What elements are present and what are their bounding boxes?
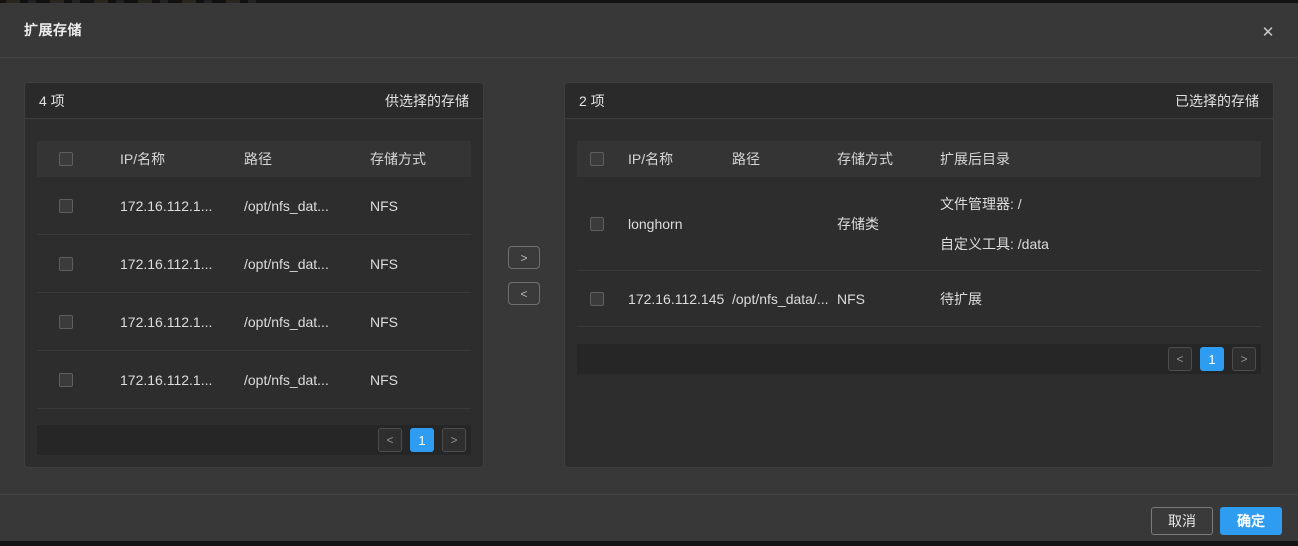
cell-path: /opt/nfs_data/... — [732, 290, 829, 307]
row-checkbox[interactable] — [59, 372, 73, 387]
cell-path: /opt/nfs_dat... — [244, 371, 329, 388]
cell-type: 存储类 — [837, 215, 879, 232]
cancel-button[interactable]: 取消 — [1151, 507, 1213, 535]
close-icon[interactable]: ✕ — [1256, 20, 1280, 44]
column-header-path: 路径 — [732, 151, 760, 167]
cell-type: NFS — [837, 290, 865, 307]
row-checkbox[interactable] — [590, 291, 604, 306]
prev-page-button[interactable]: < — [1168, 347, 1192, 371]
select-all-checkbox[interactable] — [590, 152, 604, 166]
chevron-left-icon: < — [1176, 352, 1184, 366]
available-panel-header: 4 项 供选择的存储 — [25, 83, 483, 119]
cell-ip: 172.16.112.1... — [120, 371, 213, 388]
prev-page-button[interactable]: < — [378, 428, 402, 452]
cell-path: /opt/nfs_dat... — [244, 197, 329, 214]
cell-type: NFS — [370, 371, 398, 388]
dialog-footer: 取消 确定 — [0, 494, 1298, 535]
selected-panel-header: 2 项 已选择的存储 — [565, 83, 1273, 119]
selected-storage-panel: 2 项 已选择的存储 IP/名称 路径 存储方式 扩展后目录 longhorn … — [564, 82, 1274, 468]
table-row: 172.16.112.1... /opt/nfs_dat... NFS — [37, 177, 471, 235]
chevron-left-icon: < — [520, 286, 528, 301]
background-page-bottom-sliver — [0, 541, 1298, 546]
cell-path: /opt/nfs_dat... — [244, 313, 329, 330]
cell-ip: 172.16.112.145 — [628, 290, 725, 307]
chevron-right-icon: > — [450, 433, 458, 447]
row-checkbox[interactable] — [59, 256, 73, 271]
cell-ip: 172.16.112.1... — [120, 255, 213, 272]
transfer-controls: > < — [508, 246, 540, 305]
table-row: 172.16.112.1... /opt/nfs_dat... NFS — [37, 293, 471, 351]
confirm-button[interactable]: 确定 — [1220, 507, 1282, 535]
available-title: 供选择的存储 — [385, 92, 469, 109]
available-pagination: < 1 > — [37, 425, 471, 455]
column-header-ip: IP/名称 — [120, 151, 166, 167]
column-header-type: 存储方式 — [837, 151, 893, 167]
selected-table: IP/名称 路径 存储方式 扩展后目录 longhorn 存储类 文件管理器: … — [577, 141, 1261, 374]
select-all-checkbox[interactable] — [59, 152, 73, 166]
dir-line-custom-tool: 自定义工具: /data — [940, 235, 1049, 252]
column-header-type: 存储方式 — [370, 151, 426, 167]
dialog-header: 扩展存储 — [0, 3, 1298, 58]
dir-line-file-manager: 文件管理器: / — [940, 195, 1022, 212]
cell-type: NFS — [370, 197, 398, 214]
cell-type: NFS — [370, 313, 398, 330]
cell-ip: 172.16.112.1... — [120, 197, 213, 214]
selected-count: 2 项 — [579, 92, 605, 109]
column-header-ip: IP/名称 — [628, 151, 674, 167]
dialog-title: 扩展存储 — [24, 22, 82, 38]
current-page-button[interactable]: 1 — [1200, 347, 1224, 371]
cell-ip: 172.16.112.1... — [120, 313, 213, 330]
move-right-button[interactable]: > — [508, 246, 540, 269]
table-row: longhorn 存储类 文件管理器: / 自定义工具: /data — [577, 177, 1261, 271]
chevron-right-icon: > — [1240, 352, 1248, 366]
chevron-right-icon: > — [520, 250, 528, 265]
row-checkbox[interactable] — [590, 216, 604, 231]
cell-dir: 待扩展 — [940, 290, 982, 307]
move-left-button[interactable]: < — [508, 282, 540, 305]
selected-table-header: IP/名称 路径 存储方式 扩展后目录 — [577, 141, 1261, 177]
table-row: 172.16.112.1... /opt/nfs_dat... NFS — [37, 235, 471, 293]
row-checkbox[interactable] — [59, 198, 73, 213]
chevron-left-icon: < — [386, 433, 394, 447]
row-checkbox[interactable] — [59, 314, 73, 329]
cell-type: NFS — [370, 255, 398, 272]
available-storage-panel: 4 项 供选择的存储 IP/名称 路径 存储方式 172.16.112.1...… — [24, 82, 484, 468]
cell-path: /opt/nfs_dat... — [244, 255, 329, 272]
expand-storage-dialog: 扩展存储 ✕ 4 项 供选择的存储 IP/名称 路径 存储方式 172.16.1… — [0, 3, 1298, 541]
cell-ip: longhorn — [628, 215, 683, 232]
next-page-button[interactable]: > — [1232, 347, 1256, 371]
available-table-header: IP/名称 路径 存储方式 — [37, 141, 471, 177]
next-page-button[interactable]: > — [442, 428, 466, 452]
table-row: 172.16.112.1... /opt/nfs_dat... NFS — [37, 351, 471, 409]
available-table: IP/名称 路径 存储方式 172.16.112.1... /opt/nfs_d… — [37, 141, 471, 455]
selected-pagination: < 1 > — [577, 344, 1261, 374]
available-count: 4 项 — [39, 92, 65, 109]
cell-dir: 文件管理器: / 自定义工具: /data — [940, 194, 1261, 254]
column-header-path: 路径 — [244, 151, 272, 167]
table-row: 172.16.112.145 /opt/nfs_data/... NFS 待扩展 — [577, 271, 1261, 327]
current-page-button[interactable]: 1 — [410, 428, 434, 452]
selected-title: 已选择的存储 — [1175, 92, 1259, 109]
column-header-dir: 扩展后目录 — [940, 151, 1010, 167]
